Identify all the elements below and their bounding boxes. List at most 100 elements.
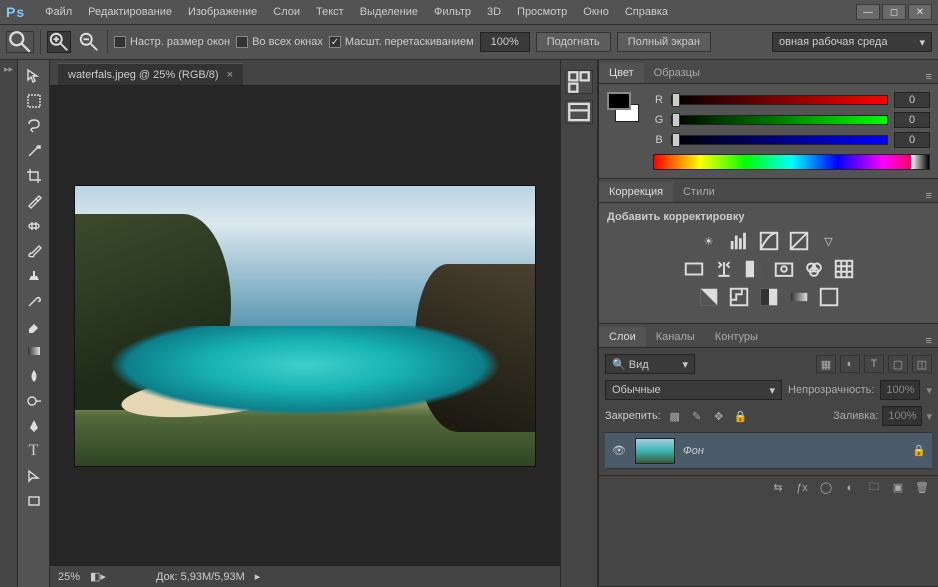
status-nav-icon[interactable]: ◧▸ xyxy=(90,570,106,583)
magic-wand-tool[interactable] xyxy=(21,139,47,163)
document-canvas[interactable] xyxy=(75,186,535,466)
brightness-icon[interactable]: ☀ xyxy=(698,231,720,251)
brush-tool[interactable] xyxy=(21,239,47,263)
gradient-tool[interactable] xyxy=(21,339,47,363)
scrubby-zoom-option[interactable]: Масшт. перетаскиванием xyxy=(329,36,474,48)
layer-item[interactable]: 👁 Фон 🔒 xyxy=(605,433,932,469)
color-panel-menu[interactable]: ≡ xyxy=(920,71,938,83)
color-balance-icon[interactable] xyxy=(713,259,735,279)
menu-image[interactable]: Изображение xyxy=(180,6,265,18)
hue-sat-icon[interactable] xyxy=(683,259,705,279)
blur-tool[interactable] xyxy=(21,364,47,388)
dodge-tool[interactable] xyxy=(21,389,47,413)
new-fill-icon[interactable]: ◐ xyxy=(842,482,858,494)
new-group-icon[interactable]: 🗀 xyxy=(866,478,882,497)
layers-tab[interactable]: Слои xyxy=(599,327,646,347)
menu-window[interactable]: Окно xyxy=(575,6,617,18)
crop-tool[interactable] xyxy=(21,164,47,188)
lasso-tool[interactable] xyxy=(21,114,47,138)
lock-transparency-icon[interactable]: ▩ xyxy=(667,410,683,423)
menu-help[interactable]: Справка xyxy=(617,6,676,18)
bw-icon[interactable] xyxy=(743,259,765,279)
invert-icon[interactable] xyxy=(698,287,720,307)
path-selection-tool[interactable] xyxy=(21,464,47,488)
zoom-in-button[interactable] xyxy=(47,31,71,53)
pen-tool[interactable] xyxy=(21,414,47,438)
g-value[interactable]: 0 xyxy=(894,112,930,128)
fg-bg-swatches[interactable] xyxy=(607,92,639,170)
history-brush-tool[interactable] xyxy=(21,289,47,313)
menu-edit[interactable]: Редактирование xyxy=(80,6,180,18)
window-minimize-button[interactable]: — xyxy=(856,4,880,20)
menu-3d[interactable]: 3D xyxy=(479,6,509,18)
status-doc-size[interactable]: Док: 5,93M/5,93M xyxy=(156,571,245,583)
lock-position-icon[interactable]: ✥ xyxy=(711,410,727,423)
all-windows-option[interactable]: Во всех окнах xyxy=(236,36,323,48)
foreground-swatch[interactable] xyxy=(607,92,631,110)
photo-filter-icon[interactable] xyxy=(773,259,795,279)
resize-windows-option[interactable]: Настр. размер окон xyxy=(114,36,230,48)
filter-shape-icon[interactable]: ▢ xyxy=(888,355,908,373)
new-layer-icon[interactable]: ▣ xyxy=(890,481,906,494)
properties-panel-icon[interactable] xyxy=(565,100,593,124)
history-panel-icon[interactable] xyxy=(565,70,593,94)
layer-filter-kind[interactable]: 🔍 Вид▾ xyxy=(605,354,695,374)
menu-select[interactable]: Выделение xyxy=(352,6,426,18)
paths-tab[interactable]: Контуры xyxy=(705,327,768,347)
gradient-map-icon[interactable] xyxy=(788,287,810,307)
menu-text[interactable]: Текст xyxy=(308,6,352,18)
r-value[interactable]: 0 xyxy=(894,92,930,108)
layers-panel-menu[interactable]: ≡ xyxy=(920,335,938,347)
color-tab[interactable]: Цвет xyxy=(599,63,644,83)
menu-layers[interactable]: Слои xyxy=(265,6,308,18)
eraser-tool[interactable] xyxy=(21,314,47,338)
layer-thumbnail[interactable] xyxy=(635,438,675,464)
selective-color-icon[interactable] xyxy=(818,287,840,307)
adjustments-panel-menu[interactable]: ≡ xyxy=(920,190,938,202)
g-slider[interactable] xyxy=(671,115,888,125)
filter-smart-icon[interactable]: ◫ xyxy=(912,355,932,373)
filter-pixel-icon[interactable]: ▦ xyxy=(816,355,836,373)
lock-all-icon[interactable]: 🔒 xyxy=(733,410,749,423)
levels-icon[interactable] xyxy=(728,231,750,251)
blend-mode-select[interactable]: Обычные▾ xyxy=(605,380,782,400)
rectangle-tool[interactable] xyxy=(21,489,47,513)
canvas-area[interactable] xyxy=(50,86,560,565)
channels-tab[interactable]: Каналы xyxy=(646,327,705,347)
vibrance-icon[interactable]: ▽ xyxy=(818,231,840,251)
tool-preset-picker[interactable] xyxy=(6,31,34,53)
curves-icon[interactable] xyxy=(758,231,780,251)
fit-screen-button[interactable]: Подогнать xyxy=(536,32,611,52)
b-value[interactable]: 0 xyxy=(894,132,930,148)
type-tool[interactable]: T xyxy=(21,439,47,463)
fill-chevron-icon[interactable]: ▾ xyxy=(926,410,932,423)
zoom-out-button[interactable] xyxy=(77,31,101,53)
opacity-chevron-icon[interactable]: ▾ xyxy=(926,384,932,397)
layer-visibility-icon[interactable]: 👁 xyxy=(611,444,627,457)
lock-pixels-icon[interactable]: ✎ xyxy=(689,410,705,423)
color-spectrum[interactable] xyxy=(653,154,930,170)
menu-file[interactable]: Файл xyxy=(37,6,80,18)
menu-filter[interactable]: Фильтр xyxy=(426,6,479,18)
fullscreen-button[interactable]: Полный экран xyxy=(617,32,711,52)
r-slider[interactable] xyxy=(671,95,888,105)
posterize-icon[interactable] xyxy=(728,287,750,307)
adjustments-tab[interactable]: Коррекция xyxy=(599,182,673,202)
b-slider[interactable] xyxy=(671,135,888,145)
opacity-value[interactable]: 100% xyxy=(880,380,920,400)
layer-fx-icon[interactable]: ƒx xyxy=(794,482,810,494)
eyedropper-tool[interactable] xyxy=(21,189,47,213)
window-close-button[interactable]: ✕ xyxy=(908,4,932,20)
menu-view[interactable]: Просмотр xyxy=(509,6,575,18)
status-zoom[interactable]: 25% xyxy=(58,571,80,583)
status-arrow-icon[interactable]: ▸ xyxy=(255,570,261,583)
close-tab-icon[interactable]: × xyxy=(227,69,233,81)
layer-name[interactable]: Фон xyxy=(683,445,704,457)
window-maximize-button[interactable]: ◻ xyxy=(882,4,906,20)
document-tab[interactable]: waterfals.jpeg @ 25% (RGB/8) × xyxy=(58,63,243,85)
delete-layer-icon[interactable]: 🗑 xyxy=(914,481,930,494)
filter-type-icon[interactable]: T xyxy=(864,355,884,373)
color-lookup-icon[interactable] xyxy=(833,259,855,279)
exposure-icon[interactable] xyxy=(788,231,810,251)
healing-brush-tool[interactable] xyxy=(21,214,47,238)
